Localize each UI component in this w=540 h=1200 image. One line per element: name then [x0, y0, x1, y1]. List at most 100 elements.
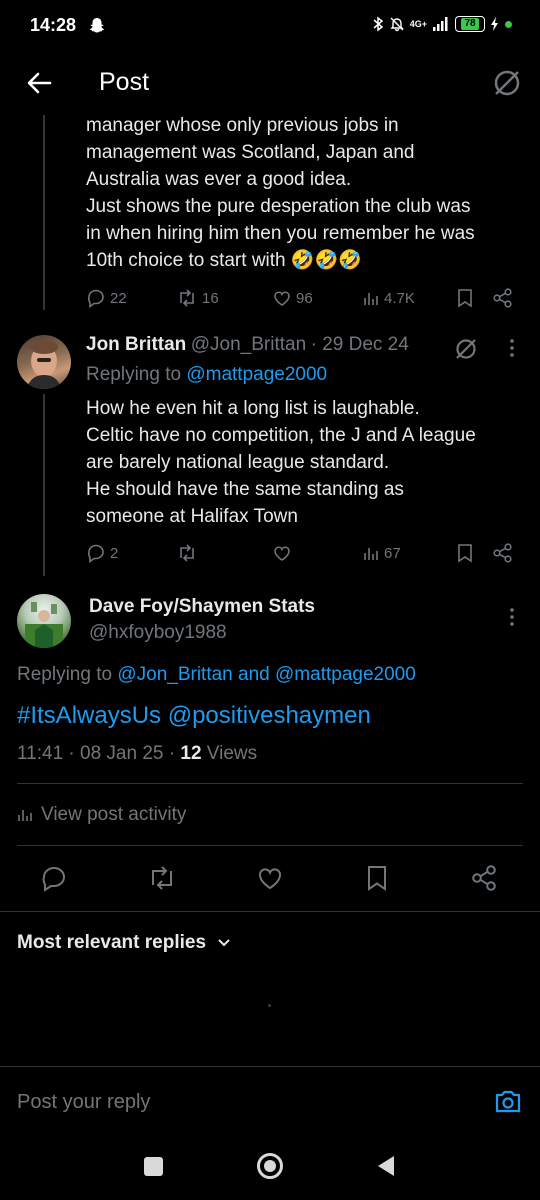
- home-button[interactable]: [256, 1152, 284, 1180]
- back-button[interactable]: [376, 1155, 396, 1177]
- author-handle[interactable]: @hxfoyboy1988: [89, 622, 227, 644]
- share-icon: [472, 865, 496, 891]
- back-arrow-icon[interactable]: [24, 68, 54, 98]
- author-name[interactable]: Dave Foy/Shaymen Stats: [89, 596, 315, 618]
- mention-link[interactable]: @Jon_Brittan: [117, 664, 232, 685]
- mention-link[interactable]: @mattpage2000: [186, 364, 327, 385]
- share-button[interactable]: [492, 542, 514, 564]
- views-button[interactable]: 4.7K: [362, 289, 415, 307]
- bookmark-button[interactable]: [456, 543, 474, 563]
- reply-icon: [42, 867, 65, 892]
- view-activity-link[interactable]: View post activity: [17, 804, 186, 826]
- like-button[interactable]: [272, 543, 292, 563]
- avatar[interactable]: [17, 594, 71, 648]
- replying-label: Replying to: [86, 364, 182, 385]
- reply-input[interactable]: Post your reply: [17, 1091, 150, 1114]
- battery-icon: 78: [455, 16, 485, 32]
- grok-icon[interactable]: [452, 335, 480, 363]
- author-name[interactable]: Jon Brittan: [86, 334, 186, 355]
- repost-button[interactable]: [176, 543, 198, 563]
- share-icon: [493, 288, 512, 308]
- reply-icon: [87, 544, 104, 563]
- post-text-line: Australia was ever a good idea.: [86, 169, 352, 190]
- mute-bell-icon: [389, 16, 405, 32]
- views-button[interactable]: 67: [362, 544, 401, 562]
- parent-post-actions: 22 16 96 4.7K: [86, 286, 526, 310]
- bookmark-icon: [368, 866, 386, 891]
- post-text-line: management was Scotland, Japan and: [86, 142, 415, 163]
- hashtag-link[interactable]: #ItsAlwaysUs: [17, 702, 161, 729]
- network-type: 4G+: [409, 18, 427, 29]
- more-options-icon[interactable]: [505, 337, 519, 359]
- replying-label: Replying to: [17, 664, 113, 685]
- like-button[interactable]: 96: [272, 288, 313, 308]
- bookmark-icon: [458, 289, 472, 308]
- post-text-line: manager whose only previous jobs in: [86, 115, 399, 136]
- bookmark-button[interactable]: [456, 288, 474, 308]
- replying-and: and: [238, 664, 270, 685]
- repost-button[interactable]: [146, 864, 178, 892]
- mention-link[interactable]: @mattpage2000: [275, 664, 416, 685]
- analytics-icon: [18, 810, 32, 821]
- main-post-actions: [0, 860, 540, 898]
- divider: [17, 783, 523, 784]
- loading-indicator: [268, 1004, 271, 1007]
- post-text-line: Just shows the pure desperation the club…: [86, 196, 471, 217]
- heart-icon: [259, 868, 281, 890]
- charging-icon: [490, 17, 500, 31]
- post-text-line: Celtic have no competition, the J and A …: [86, 425, 476, 446]
- recents-button[interactable]: [144, 1157, 163, 1176]
- page-title: Post: [99, 68, 150, 96]
- like-button[interactable]: [256, 864, 284, 892]
- views-icon: [364, 548, 378, 560]
- share-button[interactable]: [492, 287, 514, 309]
- thread-line: [43, 394, 45, 576]
- post-text-line: someone at Halifax Town: [86, 506, 298, 527]
- thread-line: [43, 115, 45, 310]
- avatar[interactable]: [17, 335, 71, 389]
- status-bar: 14:28 4G+ 78: [0, 0, 540, 52]
- reply-post-actions: 2 67: [86, 541, 526, 565]
- share-icon: [493, 543, 512, 563]
- post-header: Post: [0, 52, 540, 112]
- signal-icon: [432, 17, 450, 31]
- heart-icon: [274, 546, 290, 561]
- post-meta: 11:41 · 08 Jan 25 · 12 Views: [17, 743, 257, 765]
- reply-count: 22: [110, 289, 127, 307]
- repost-icon: [152, 866, 172, 890]
- mention-link[interactable]: @positiveshaymen: [168, 702, 371, 729]
- post-text-line: How he even hit a long list is laughable…: [86, 398, 420, 419]
- more-options-icon[interactable]: [505, 606, 519, 628]
- bookmark-icon: [458, 544, 472, 563]
- reply-button[interactable]: [40, 864, 68, 892]
- post-text-line: in when hiring him then you remember he …: [86, 223, 475, 244]
- post-views-label: Views: [206, 743, 258, 764]
- author-handle[interactable]: @Jon_Brittan: [191, 334, 306, 355]
- reply-button[interactable]: 2: [86, 543, 118, 563]
- repost-icon: [180, 289, 194, 307]
- chevron-down-icon: [218, 939, 230, 947]
- post-author-row: Jon Brittan @Jon_Brittan · 29 Dec 24: [86, 334, 409, 356]
- post-text-line: are barely national league standard.: [86, 452, 390, 473]
- replies-sort-dropdown[interactable]: Most relevant replies: [17, 932, 232, 954]
- post-date: · 29 Dec 24: [310, 334, 409, 355]
- bookmark-button[interactable]: [364, 864, 390, 892]
- share-button[interactable]: [470, 863, 500, 893]
- reply-post-text: How he even hit a long list is laughable…: [86, 395, 526, 530]
- view-count: 4.7K: [384, 289, 415, 307]
- reply-button[interactable]: 22: [86, 288, 127, 308]
- bluetooth-icon: [372, 16, 384, 32]
- main-post-text: #ItsAlwaysUs @positiveshaymen: [17, 702, 371, 730]
- reply-count: 2: [110, 544, 119, 562]
- privacy-dot: [505, 20, 512, 28]
- parent-post-text: manager whose only previous jobs in mana…: [86, 112, 526, 274]
- grok-icon[interactable]: [490, 66, 524, 100]
- repost-button[interactable]: 16: [176, 288, 219, 308]
- view-count: 67: [384, 544, 401, 562]
- heart-icon: [274, 291, 290, 306]
- divider: [0, 911, 540, 912]
- post-text-line: He should have the same standing as: [86, 479, 404, 500]
- replying-to: Replying to @Jon_Brittan and @mattpage20…: [17, 664, 416, 686]
- activity-label: View post activity: [41, 804, 187, 825]
- camera-icon[interactable]: [494, 1088, 522, 1114]
